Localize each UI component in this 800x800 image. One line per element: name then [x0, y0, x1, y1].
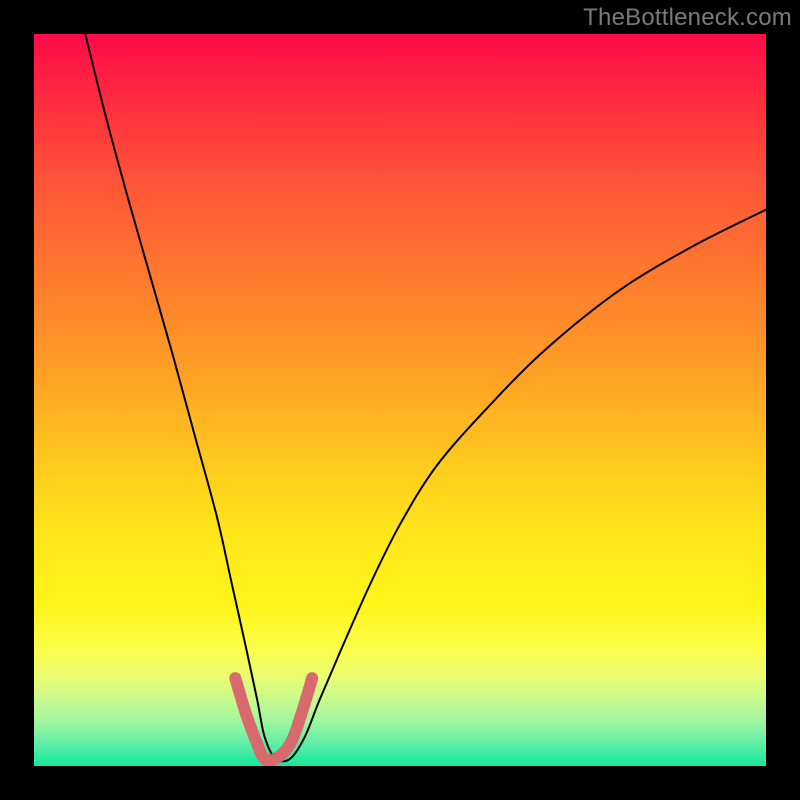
chart-frame: TheBottleneck.com: [0, 0, 800, 800]
pink-segment: [235, 678, 312, 760]
curves-svg: [34, 34, 766, 766]
black-curve: [85, 34, 766, 761]
plot-area: [34, 34, 766, 766]
watermark-text: TheBottleneck.com: [583, 4, 792, 32]
